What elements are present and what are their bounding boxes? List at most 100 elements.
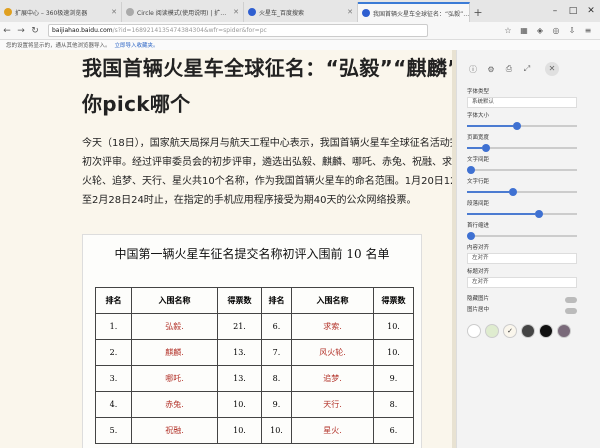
close-tab-icon[interactable]: ✕	[108, 8, 117, 16]
forward-icon[interactable]: →	[14, 26, 28, 36]
theme-swatch[interactable]	[539, 324, 553, 338]
table-row: 4. 赤兔. 10. 9. 天行. 8.	[95, 391, 414, 418]
content-align-setting: 内容对齐 左对齐 标题对齐 左对齐	[457, 244, 600, 288]
extension-icon[interactable]: ▦	[518, 26, 530, 35]
slider-knob[interactable]	[535, 210, 544, 218]
slider-track	[467, 169, 577, 171]
import-bookmarks-link[interactable]: 立即导入收藏夹。	[115, 41, 159, 49]
name-cell: 风火轮.	[291, 339, 374, 366]
tab-article-active[interactable]: 我国首辆火星车全球征名：“弘毅”… ✕	[358, 2, 470, 22]
slider-knob[interactable]	[467, 166, 475, 174]
article: 我国首辆火星车全球征名：“弘毅”“麒麟” 你pick哪个 今天（18日），国家航…	[82, 50, 456, 210]
font-type-label: 字体类型	[467, 89, 490, 95]
fullscreen-icon[interactable]: ⤢	[521, 64, 533, 74]
slider-knob[interactable]	[513, 122, 522, 130]
url-field[interactable]: baijiahao.baidu.com /s?id=16892141354743…	[48, 24, 428, 37]
slider-knob[interactable]	[467, 232, 475, 240]
name-cell: 天行.	[291, 391, 374, 418]
name-cell: 麒麟.	[131, 339, 218, 366]
close-tab-icon[interactable]: ✕	[344, 8, 353, 16]
close-tab-icon[interactable]: ✕	[230, 8, 239, 16]
close-window-icon[interactable]: ✕	[582, 6, 600, 16]
circle-reader-icon[interactable]: ◎	[550, 26, 562, 35]
content-align-select[interactable]: 左对齐	[467, 253, 577, 264]
theme-swatch[interactable]: ✓	[503, 324, 517, 338]
theme-swatch[interactable]	[557, 324, 571, 338]
slider-knob[interactable]	[508, 188, 517, 196]
star-icon[interactable]: ☆	[502, 26, 514, 35]
votes-cell: 10.	[217, 417, 262, 444]
tab-favicon-icon	[126, 8, 134, 16]
setting-slider[interactable]	[467, 143, 577, 153]
theme-swatch[interactable]	[485, 324, 499, 338]
slider-settings: 字体大小 页面宽度 文字间距 文字行距 段落间距 首行缩进	[457, 112, 600, 241]
baidu-paw-icon	[362, 9, 370, 17]
slider-knob[interactable]	[482, 144, 491, 152]
theme-swatch[interactable]	[521, 324, 535, 338]
header-cell: 得票数	[373, 287, 414, 314]
setting-slider[interactable]	[467, 209, 577, 219]
font-type-setting: 字体类型 系统默认	[457, 88, 600, 108]
article-title-line2: 你pick哪个	[82, 92, 191, 116]
hide-images-toggle[interactable]: 隐藏图片	[467, 294, 577, 305]
shield-icon[interactable]: ◈	[534, 26, 546, 35]
setting-slider[interactable]	[467, 187, 577, 197]
table-row: 1. 弘毅. 21. 6. 求索. 10.	[95, 313, 414, 340]
slider-label: 首行缩进	[467, 223, 490, 229]
rank-cell: 6.	[261, 313, 292, 340]
settings-icon[interactable]: ⚙	[485, 65, 497, 74]
download-icon[interactable]: ⇩	[566, 26, 578, 35]
tab-favicon-icon	[4, 8, 12, 16]
toggle-switch[interactable]	[565, 296, 577, 303]
new-tab-button[interactable]: +	[470, 2, 486, 22]
back-icon[interactable]: ←	[0, 26, 14, 36]
rank-cell: 7.	[261, 339, 292, 366]
votes-cell: 8.	[373, 391, 414, 418]
close-icon[interactable]: ✕	[545, 62, 559, 76]
table-row: 3. 哪吒. 13. 8. 追梦. 9.	[95, 365, 414, 392]
theme-swatches: ✓	[457, 324, 600, 338]
setting-slider[interactable]	[467, 121, 577, 131]
name-cell: 追梦.	[291, 365, 374, 392]
tab-extensions[interactable]: 扩展中心 – 360极速浏览器 ✕	[0, 2, 122, 22]
rank-cell: 2.	[95, 339, 132, 366]
votes-cell: 10.	[373, 339, 414, 366]
minimize-icon[interactable]: –	[546, 6, 564, 16]
maximize-icon[interactable]: □	[564, 6, 582, 16]
header-cell: 得票数	[217, 287, 262, 314]
slider-label: 文字行距	[467, 179, 490, 185]
header-cell: 排名	[95, 287, 132, 314]
slider-fill	[467, 147, 483, 149]
rank-cell: 10.	[261, 417, 292, 444]
menu-icon[interactable]: ≡	[582, 26, 594, 35]
table-photo: 中国第一辆火星车征名提交名称初评入围前 10 名单 排名 入围名称 得票数 排名…	[82, 234, 422, 448]
reload-icon[interactable]: ↻	[28, 26, 42, 36]
votes-cell: 13.	[217, 365, 262, 392]
print-icon[interactable]: ⎙	[503, 64, 515, 74]
tab-baidu-search[interactable]: 火星车_百度搜索 ✕	[244, 2, 358, 22]
slider-label: 文字间距	[467, 157, 490, 163]
font-type-select[interactable]: 系统默认	[467, 97, 577, 108]
title-align-select[interactable]: 左对齐	[467, 277, 577, 288]
setting-slider[interactable]	[467, 165, 577, 175]
import-notice: 您的设置将显示的，通从其他浏览器导入。 立即导入收藏夹。	[0, 40, 600, 50]
toggle-label: 图片居中	[467, 307, 490, 313]
notice-text: 您的设置将显示的，通从其他浏览器导入。	[6, 43, 111, 49]
slider-label: 字体大小	[467, 113, 490, 119]
theme-swatch[interactable]	[467, 324, 481, 338]
image-toggles: 隐藏图片 图片居中	[457, 294, 600, 316]
tab-label: 我国首辆火星车全球征名：“弘毅”…	[373, 10, 470, 18]
header-cell: 排名	[261, 287, 292, 314]
info-icon[interactable]: ⓘ	[467, 64, 479, 75]
rank-cell: 1.	[95, 313, 132, 340]
slider-fill	[467, 213, 536, 215]
photo-table-title: 中国第一辆火星车征名提交名称初评入围前 10 名单	[114, 247, 390, 261]
setting-slider[interactable]	[467, 231, 577, 241]
toggle-switch[interactable]	[565, 307, 577, 314]
votes-cell: 21.	[217, 313, 262, 340]
toggle-label: 隐藏图片	[467, 296, 490, 302]
center-images-toggle[interactable]: 图片居中	[467, 305, 577, 316]
tab-circle-reader[interactable]: Circle 阅读模式(使用说明) | 扩… ✕	[122, 2, 244, 22]
table-header-row: 排名 入围名称 得票数 排名 入围名称 得票数	[95, 287, 414, 314]
rank-cell: 8.	[261, 365, 292, 392]
